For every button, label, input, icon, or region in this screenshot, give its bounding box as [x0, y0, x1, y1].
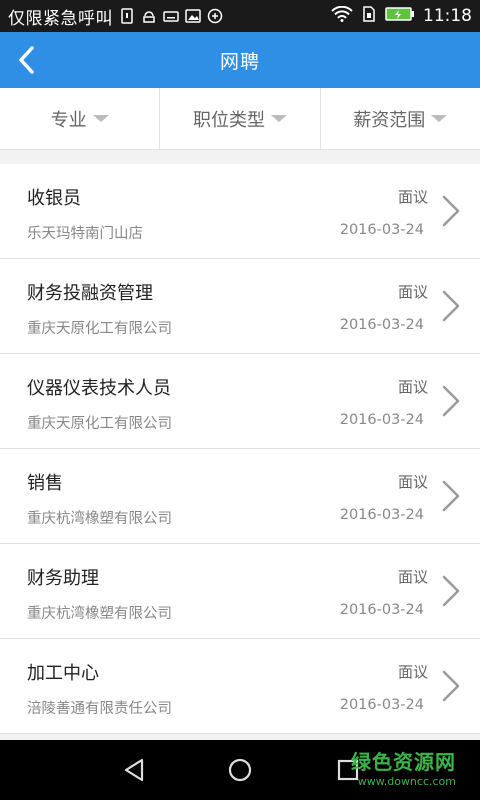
salary-text: 面议 [397, 473, 428, 491]
post-date: 2016-03-24 [339, 507, 424, 523]
job-list: 收银员 乐天玛特南门山店 面议 2016-03-24 财务投融资管理 重庆天原化… [0, 164, 480, 734]
company-name: 重庆天原化工有限公司 [27, 416, 172, 432]
filter-label: 薪资范围 [353, 109, 426, 131]
clock-time: 11:18 [423, 6, 472, 26]
android-icon [141, 8, 157, 24]
app-bar: 网聘 [0, 32, 480, 88]
watermark-logo: 绿色资源网 www.downcc.com [351, 746, 456, 788]
chevron-right-icon [442, 670, 460, 702]
chevron-left-icon [19, 46, 34, 74]
company-name: 涪陵善通有限责任公司 [27, 701, 172, 717]
filter-salary-range[interactable]: 薪资范围 [321, 88, 480, 149]
chevron-right-icon [442, 575, 460, 607]
keyboard-icon [163, 8, 179, 24]
sim-icon [119, 8, 135, 24]
salary-text: 面议 [397, 568, 428, 586]
nav-home-circle-icon[interactable] [226, 756, 254, 784]
watermark-url: www.downcc.com [357, 775, 456, 788]
salary-text: 面议 [397, 188, 428, 206]
company-name: 重庆杭湾橡塑有限公司 [27, 511, 172, 527]
post-date: 2016-03-24 [339, 317, 424, 333]
system-icons: 11:18 [331, 5, 472, 26]
dropdown-caret-icon [431, 115, 448, 122]
notification-icons [119, 8, 229, 24]
dropdown-caret-icon [92, 115, 109, 122]
chevron-right-icon [442, 290, 460, 322]
page-title: 网聘 [219, 50, 260, 73]
job-title: 销售 [27, 473, 63, 494]
image-icon [185, 8, 201, 24]
job-list-item[interactable]: 财务助理 重庆杭湾橡塑有限公司 面议 2016-03-24 [0, 544, 480, 639]
salary-text: 面议 [397, 663, 428, 681]
post-date: 2016-03-24 [339, 222, 424, 238]
dropdown-caret-icon [270, 115, 287, 122]
job-title: 财务投融资管理 [27, 283, 153, 304]
job-title: 仪器仪表技术人员 [27, 378, 171, 399]
sim-card-icon [361, 6, 377, 26]
nav-back-triangle-icon[interactable] [120, 756, 148, 784]
salary-text: 面议 [397, 283, 428, 301]
post-date: 2016-03-24 [339, 602, 424, 618]
battery-icon [385, 6, 415, 26]
carrier-text: 仅限紧急呼叫 [8, 8, 113, 29]
job-title: 收银员 [27, 188, 81, 209]
wifi-icon [331, 5, 353, 26]
post-date: 2016-03-24 [339, 697, 424, 713]
job-list-item[interactable]: 收银员 乐天玛特南门山店 面议 2016-03-24 [0, 164, 480, 259]
post-date: 2016-03-24 [339, 412, 424, 428]
filter-label: 专业 [50, 109, 87, 131]
filter-bar: 专业 职位类型 薪资范围 [0, 88, 480, 150]
filter-major[interactable]: 专业 [0, 88, 161, 149]
company-name: 重庆杭湾橡塑有限公司 [27, 606, 172, 622]
job-title: 加工中心 [27, 663, 99, 684]
back-button[interactable] [10, 44, 42, 76]
watermark-title: 绿色资源网 [351, 750, 456, 774]
chevron-right-icon [442, 195, 460, 227]
salary-text: 面议 [397, 378, 428, 396]
chevron-right-icon [442, 480, 460, 512]
filter-label: 职位类型 [192, 109, 265, 131]
job-title: 财务助理 [27, 568, 99, 589]
job-list-item[interactable]: 财务投融资管理 重庆天原化工有限公司 面议 2016-03-24 [0, 259, 480, 354]
job-list-item[interactable]: 仪器仪表技术人员 重庆天原化工有限公司 面议 2016-03-24 [0, 354, 480, 449]
filter-position-type[interactable]: 职位类型 [160, 88, 321, 149]
company-name: 重庆天原化工有限公司 [27, 321, 172, 337]
job-list-item[interactable]: 加工中心 涪陵善通有限责任公司 面议 2016-03-24 [0, 639, 480, 734]
company-name: 乐天玛特南门山店 [27, 226, 143, 242]
job-list-item[interactable]: 销售 重庆杭湾橡塑有限公司 面议 2016-03-24 [0, 449, 480, 544]
chevron-right-icon [442, 385, 460, 417]
status-bar: 仅限紧急呼叫 11:18 [0, 0, 480, 32]
settings-circle-icon [207, 8, 223, 24]
